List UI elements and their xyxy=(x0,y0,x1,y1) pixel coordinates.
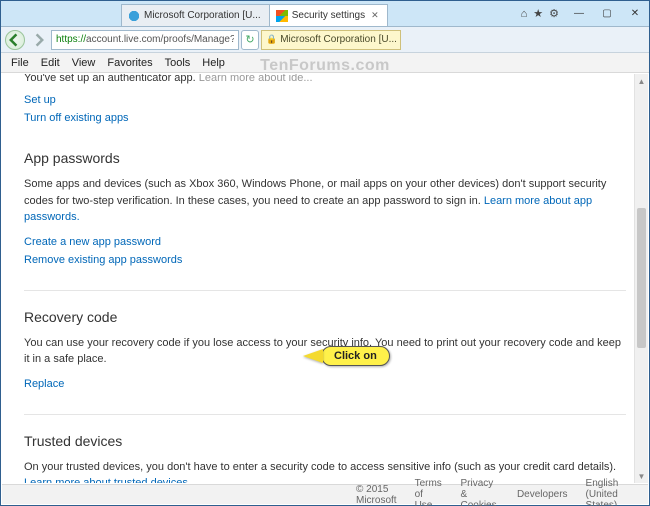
trusted-devices-text: On your trusted devices, you don't have … xyxy=(24,459,626,484)
scroll-track[interactable] xyxy=(635,88,648,469)
tab-strip: Microsoft Corporation [U... Security set… xyxy=(1,1,521,26)
copyright-text: © 2015 Microsoft xyxy=(356,484,397,506)
window-titlebar: Microsoft Corporation [U... Security set… xyxy=(1,1,649,27)
menu-bar: File Edit View Favorites Tools Help xyxy=(1,53,649,73)
page-content: You've set up an authenticator app. Lear… xyxy=(2,74,648,483)
back-button[interactable] xyxy=(5,30,25,50)
menu-edit[interactable]: Edit xyxy=(35,56,66,70)
recovery-code-heading: Recovery code xyxy=(24,309,626,325)
address-field[interactable]: https://account.live.com/proofs/Manage?m… xyxy=(51,30,239,50)
refresh-button[interactable]: ↻ xyxy=(241,30,259,50)
menu-favorites[interactable]: Favorites xyxy=(101,56,158,70)
maximize-button[interactable]: ▢ xyxy=(593,5,621,23)
replace-recovery-link[interactable]: Replace xyxy=(24,378,626,390)
close-tab-icon[interactable]: ✕ xyxy=(371,10,379,21)
tools-icon[interactable]: ⚙ xyxy=(549,7,559,20)
minimize-button[interactable]: — xyxy=(565,5,593,23)
create-app-password-link[interactable]: Create a new app password xyxy=(24,236,626,248)
identity-text: Microsoft Corporation [U... xyxy=(280,34,396,45)
menu-file[interactable]: File xyxy=(5,56,35,70)
url-scheme: https:// xyxy=(56,34,86,45)
footer-language-link[interactable]: English (United States) xyxy=(586,478,634,506)
url-text: account.live.com/proofs/Manage?mkt=en-US xyxy=(86,34,234,45)
close-window-button[interactable]: ✕ xyxy=(621,5,649,23)
scroll-down-icon[interactable]: ▼ xyxy=(635,469,648,483)
divider xyxy=(24,290,626,291)
footer-terms-link[interactable]: Terms of Use xyxy=(415,478,443,506)
window-controls: — ▢ ✕ xyxy=(565,1,649,26)
home-icon[interactable]: ⌂ xyxy=(521,8,528,20)
turn-off-apps-link[interactable]: Turn off existing apps xyxy=(24,112,626,124)
remove-app-passwords-link[interactable]: Remove existing app passwords xyxy=(24,254,626,266)
footer-privacy-link[interactable]: Privacy & Cookies xyxy=(460,478,498,506)
learn-trusted-devices-link[interactable]: Learn more about trusted devices. xyxy=(24,477,191,483)
site-identity[interactable]: 🔒 Microsoft Corporation [U... xyxy=(261,30,401,50)
footer-developers-link[interactable]: Developers xyxy=(517,489,568,500)
forward-button[interactable] xyxy=(27,30,49,50)
menu-help[interactable]: Help xyxy=(196,56,231,70)
scroll-thumb[interactable] xyxy=(637,208,646,348)
divider xyxy=(24,414,626,415)
setup-link[interactable]: Set up xyxy=(24,94,626,106)
page-footer: © 2015 Microsoft Terms of Use Privacy & … xyxy=(2,484,648,504)
ie-icon xyxy=(128,10,140,22)
microsoft-icon xyxy=(276,10,288,22)
tab-label: Security settings xyxy=(292,10,365,21)
menu-view[interactable]: View xyxy=(66,56,102,70)
tab-microsoft-corp[interactable]: Microsoft Corporation [U... xyxy=(121,4,270,26)
app-passwords-heading: App passwords xyxy=(24,150,626,166)
command-bar: ⌂ ★ ⚙ xyxy=(521,1,565,26)
menu-tools[interactable]: Tools xyxy=(159,56,197,70)
scroll-up-icon[interactable]: ▲ xyxy=(635,74,648,88)
trusted-devices-heading: Trusted devices xyxy=(24,433,626,449)
lock-icon: 🔒 xyxy=(266,34,277,45)
address-bar-row: https://account.live.com/proofs/Manage?m… xyxy=(1,27,649,53)
favorites-icon[interactable]: ★ xyxy=(533,7,543,20)
app-passwords-text: Some apps and devices (such as Xbox 360,… xyxy=(24,176,626,226)
vertical-scrollbar[interactable]: ▲ ▼ xyxy=(634,74,648,483)
authenticator-intro: You've set up an authenticator app. Lear… xyxy=(24,74,626,84)
tab-label: Microsoft Corporation [U... xyxy=(144,10,261,21)
recovery-code-text: You can use your recovery code if you lo… xyxy=(24,335,626,368)
tab-security-settings[interactable]: Security settings ✕ xyxy=(269,4,388,26)
